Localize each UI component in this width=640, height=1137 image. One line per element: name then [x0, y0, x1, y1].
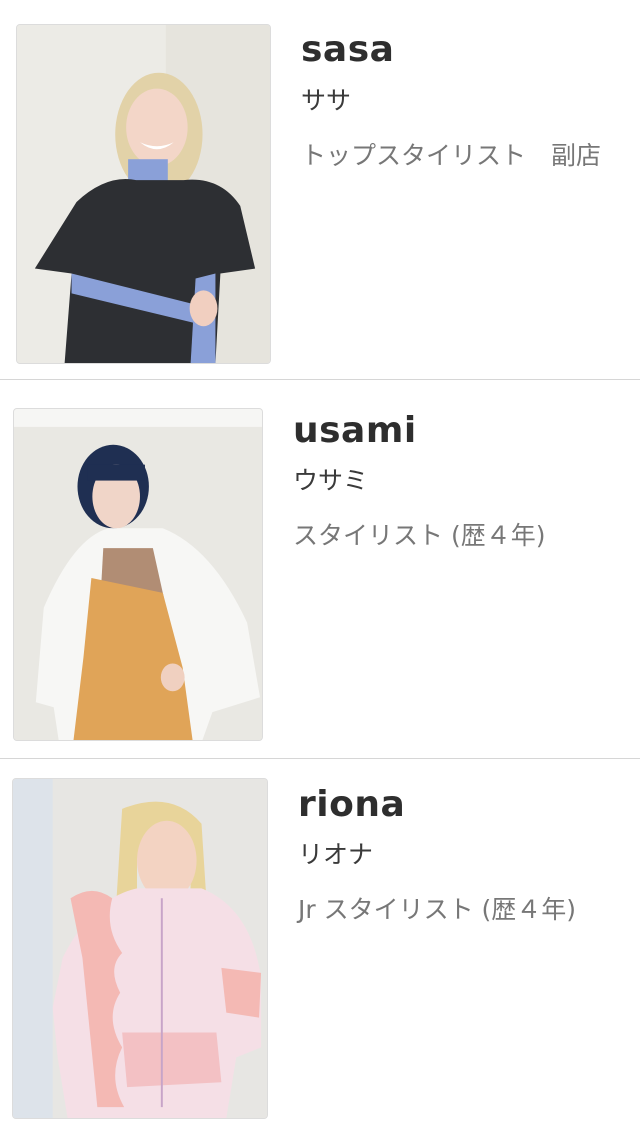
stylist-name: usami — [293, 410, 417, 451]
stylist-list: sasa ササ トップスタイリスト 副店 usami ウサミ スタイリスト (歴… — [0, 0, 640, 1137]
stylist-photo[interactable] — [12, 778, 268, 1119]
stylist-role: Jr スタイリスト (歴４年) — [298, 895, 577, 924]
stylist-role: トップスタイリスト 副店 — [301, 141, 602, 170]
stylist-name: riona — [298, 784, 406, 825]
stylist-photo[interactable] — [16, 24, 271, 364]
stylist-card-riona[interactable]: riona リオナ Jr スタイリスト (歴４年) — [0, 759, 640, 1137]
stylist-role: スタイリスト (歴４年) — [293, 521, 546, 550]
stylist-name-kana: ササ — [301, 86, 352, 115]
stylist-card-usami[interactable]: usami ウサミ スタイリスト (歴４年) — [0, 380, 640, 758]
stylist-name-kana: ウサミ — [293, 466, 369, 495]
stylist-card-sasa[interactable]: sasa ササ トップスタイリスト 副店 — [0, 0, 640, 379]
stylist-name: sasa — [301, 29, 395, 70]
stylist-photo[interactable] — [13, 408, 263, 741]
stylist-name-kana: リオナ — [298, 840, 374, 869]
